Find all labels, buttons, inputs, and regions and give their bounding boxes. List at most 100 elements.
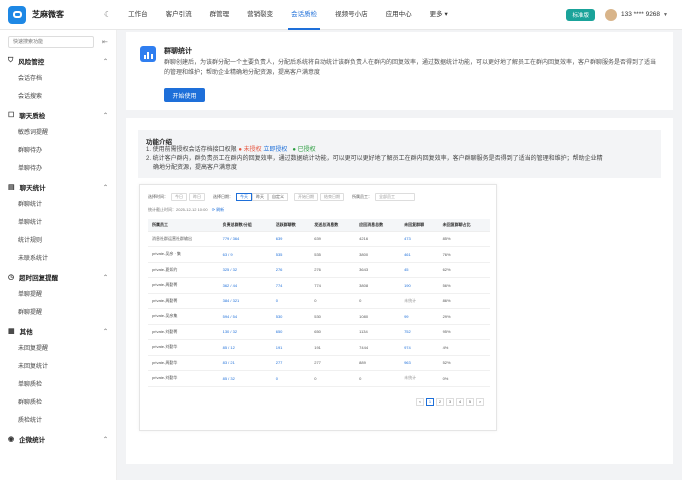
nav-item-group-management[interactable]: 群管理 <box>201 0 239 30</box>
sidebar-item[interactable]: 统计规则 <box>0 232 116 250</box>
table-header-cell[interactable]: 负责总群数/分组 <box>218 219 272 232</box>
table-cell: 消息社群运营社群输出 <box>148 231 219 247</box>
prev-page-button[interactable]: < <box>416 398 424 406</box>
sidebar-item[interactable]: 单聊质检 <box>0 376 116 394</box>
sidebar-item[interactable]: 单聊统计 <box>0 214 116 232</box>
nav-item-marketing[interactable]: 营销裂变 <box>238 0 282 30</box>
statistics-card: 功能介绍 1. 使用前需授权会话存档接口权限 ● 未授权 立即授权 ● 已授权 … <box>126 118 673 464</box>
table-cell[interactable]: 未统计 <box>400 370 439 387</box>
table-cell[interactable]: 85 / 32 <box>218 370 272 387</box>
table-cell[interactable]: 752 <box>400 324 439 340</box>
table-cell[interactable]: 190 <box>400 277 439 294</box>
avatar[interactable] <box>605 8 617 21</box>
table-header-cell[interactable]: 应回消息总数 <box>355 219 401 232</box>
table-cell[interactable]: 650 <box>271 324 311 340</box>
range-yesterday-select[interactable]: 昨日 <box>189 193 205 201</box>
sidebar-group-header[interactable]: ▦ 其他 ⌃ <box>0 322 116 340</box>
table-cell[interactable]: 83 / 21 <box>218 355 272 371</box>
table-header-cell[interactable]: 所属员工 <box>148 219 219 232</box>
sidebar-group-header[interactable]: ▤ 聊天统计 ⌃ <box>0 178 116 196</box>
sidebar-item[interactable]: 质检统计 <box>0 412 116 430</box>
sidebar-item[interactable]: 单聊提醒 <box>0 286 116 304</box>
sidebar-group-header[interactable]: ◷ 超时回复提醒 ⌃ <box>0 268 116 286</box>
sidebar-item[interactable]: 未回复统计 <box>0 358 116 376</box>
sidebar-item[interactable]: 敏感词提醒 <box>0 124 116 142</box>
chevron-down-icon[interactable]: ▼ <box>663 12 668 18</box>
chevron-up-icon: ⌃ <box>102 58 108 65</box>
table-cell[interactable]: 277 <box>271 355 311 371</box>
table-cell[interactable]: 362 / 44 <box>218 277 272 294</box>
page-button[interactable]: 5 <box>466 398 474 406</box>
nav-item-video-shop[interactable]: 视频号小店 <box>326 0 377 30</box>
table-cell[interactable]: 325 / 32 <box>218 262 272 278</box>
table-cell[interactable]: 0 <box>271 293 311 309</box>
sidebar-item[interactable]: 群聊质检 <box>0 394 116 412</box>
range-today-select[interactable]: 今日 <box>171 193 187 201</box>
nav-item-workbench[interactable]: 工作台 <box>119 0 157 30</box>
table-header-cell[interactable]: 未回复群聊 <box>400 219 439 232</box>
sidebar-item[interactable]: 未回复提醒 <box>0 340 116 358</box>
table-cell[interactable]: 63 / 9 <box>218 246 272 263</box>
sidebar-item[interactable]: 会话搜索 <box>0 88 116 106</box>
table-cell[interactable]: 594 / 54 <box>218 308 272 325</box>
table-cell[interactable]: 85 / 12 <box>218 339 272 356</box>
table-cell[interactable]: 473 <box>400 231 439 247</box>
table-header-cell[interactable]: 活跃群聊数 <box>271 219 311 232</box>
table-cell[interactable]: 774 <box>271 277 311 294</box>
table-cell[interactable]: 276 <box>271 262 311 278</box>
table-cell[interactable]: 384 / 321 <box>218 293 272 309</box>
table-cell[interactable]: 779 / 364 <box>218 231 272 247</box>
nav-item-app-center[interactable]: 应用中心 <box>377 0 421 30</box>
end-date-input[interactable]: 结束日期 <box>320 193 344 201</box>
date-yesterday-button[interactable]: 昨天 <box>252 193 268 201</box>
table-cell[interactable]: 99 <box>400 308 439 325</box>
nav-item-customer-acquisition[interactable]: 客户引流 <box>157 0 201 30</box>
edition-badge[interactable]: 标准版 <box>566 8 595 21</box>
sidebar-item[interactable]: 会话存档 <box>0 70 116 88</box>
sidebar-item[interactable]: 群聊待办 <box>0 142 116 160</box>
nav-item-session-qc[interactable]: 会话质检 <box>282 0 326 30</box>
refresh-link[interactable]: ⟳ 刷新 <box>212 207 224 212</box>
filter-staff-label: 所属员工： <box>352 194 372 199</box>
sidebar-group-title: 其他 <box>19 329 33 336</box>
user-phone[interactable]: 133 **** 9268 <box>621 11 660 18</box>
table-header-cell[interactable]: 发送总消息数 <box>310 219 356 232</box>
sidebar-search-input[interactable] <box>8 36 94 48</box>
table-cell[interactable]: 530 <box>271 308 311 325</box>
table-cell[interactable]: 639 <box>271 231 311 247</box>
page-button[interactable]: 4 <box>456 398 464 406</box>
sidebar-group-header[interactable]: ◉ 企微统计 ⌃ <box>0 430 116 448</box>
table-cell[interactable]: 130 / 32 <box>218 324 272 340</box>
table-header-cell[interactable]: 未回复群聊占比 <box>438 219 490 232</box>
collapse-sidebar-icon[interactable]: ⇤ <box>102 38 108 46</box>
update-time-text: 统计截止时间：2025-12-12 10:00 <box>148 207 208 212</box>
authorize-link[interactable]: 立即授权 <box>263 147 287 153</box>
table-cell[interactable]: 0 <box>271 370 311 387</box>
start-date-input[interactable]: 开始日期 <box>294 193 318 201</box>
sidebar-item[interactable]: 群聊统计 <box>0 196 116 214</box>
nav-item-more[interactable]: 更多 ▾ <box>421 0 457 30</box>
sidebar-item[interactable]: 未联系统计 <box>0 250 116 268</box>
date-custom-button[interactable]: 自定义 <box>268 193 288 201</box>
sidebar-item[interactable]: 单聊待办 <box>0 160 116 178</box>
table-cell: 774 <box>310 277 356 294</box>
next-page-button[interactable]: > <box>476 398 484 406</box>
table-cell[interactable]: 535 <box>271 246 311 263</box>
table-cell[interactable]: 974 <box>400 339 439 356</box>
sidebar-group-header[interactable]: ☐ 聊天质检 ⌃ <box>0 106 116 124</box>
start-using-button[interactable]: 开始使用 <box>164 88 205 102</box>
page-button[interactable]: 1 <box>426 398 434 406</box>
table-cell[interactable]: 未统计 <box>400 293 439 309</box>
table-cell[interactable]: 191 <box>271 339 311 356</box>
staff-select[interactable]: 全部员工 <box>375 193 415 201</box>
page-button[interactable]: 2 <box>436 398 444 406</box>
table-cell[interactable]: 45 <box>400 262 439 278</box>
table-cell[interactable]: 963 <box>400 355 439 371</box>
app-logo[interactable]: 芝麻微客 <box>8 5 104 24</box>
sidebar-group-header[interactable]: ⛉ 风险管控 ⌃ <box>0 52 116 70</box>
date-today-button[interactable]: 今天 <box>236 193 252 201</box>
page-button[interactable]: 3 <box>446 398 454 406</box>
table-cell[interactable]: 461 <box>400 246 439 263</box>
dark-mode-icon[interactable]: ☾ <box>104 10 111 19</box>
sidebar-item[interactable]: 群聊提醒 <box>0 304 116 322</box>
